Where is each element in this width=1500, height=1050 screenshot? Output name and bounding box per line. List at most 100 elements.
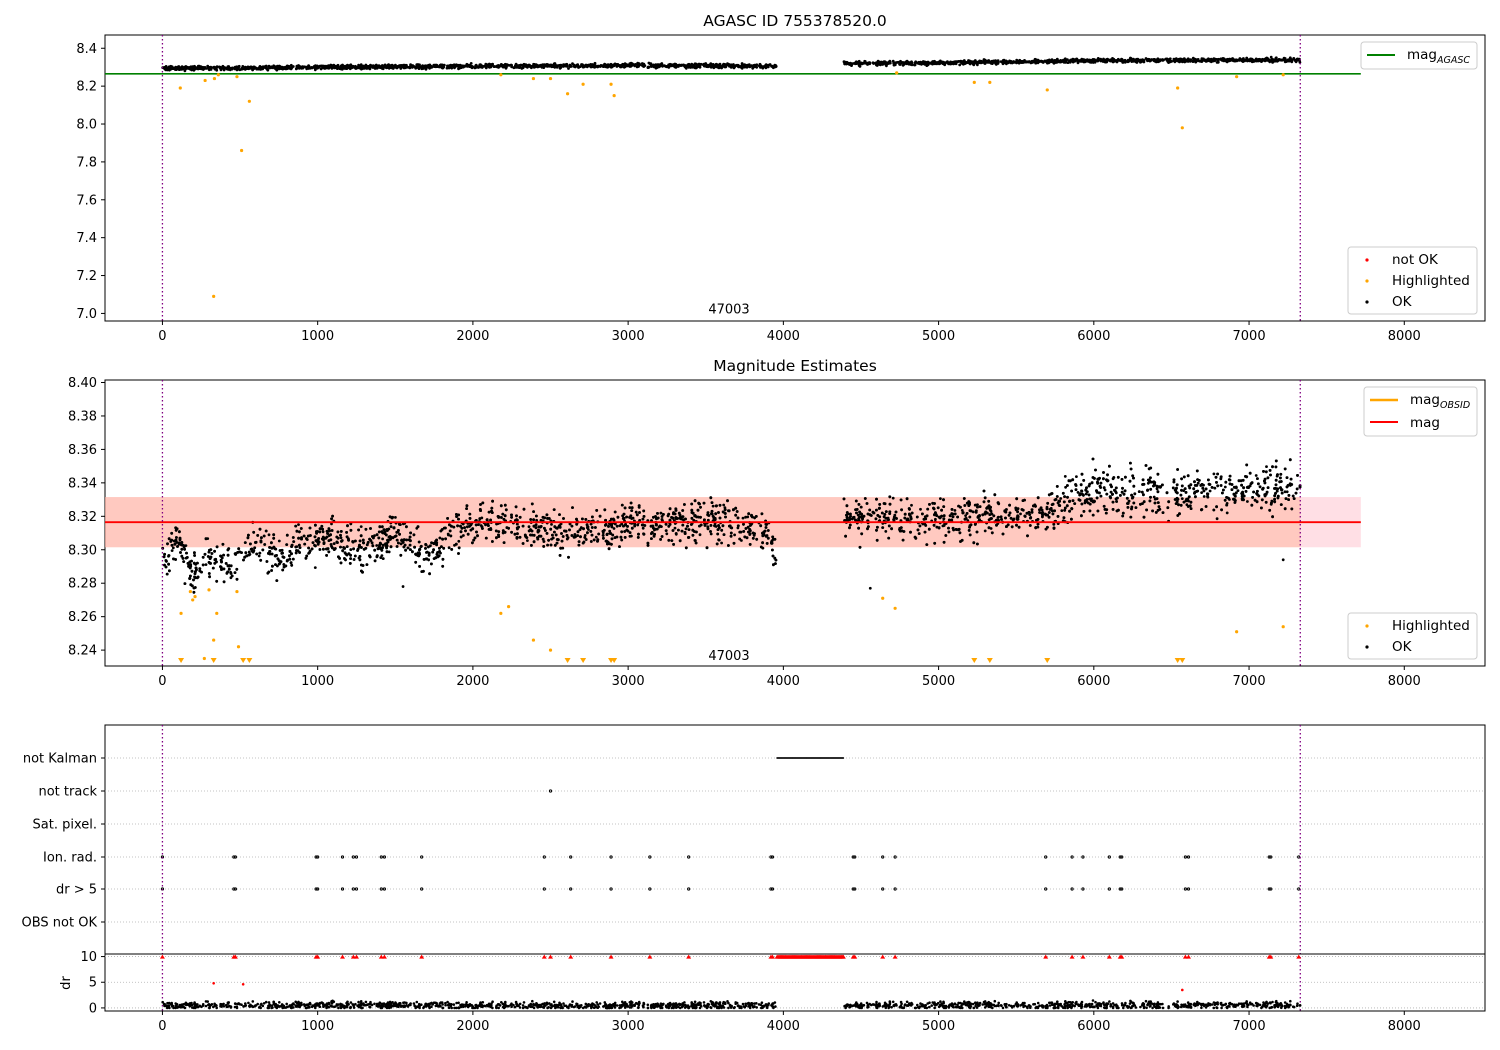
p2-ok-point	[1225, 511, 1229, 515]
p2-ok-point	[185, 556, 189, 559]
p2-ok-point	[335, 535, 339, 539]
p1-ok-point	[295, 66, 299, 69]
p1-ok-point	[164, 67, 168, 71]
p1-ok-point	[451, 63, 455, 67]
p1-ok-point	[919, 60, 922, 64]
p1-ok-point	[903, 61, 907, 65]
legend-highlighted-marker	[1365, 279, 1369, 283]
p2-ok-point	[1279, 503, 1283, 506]
legend-not-ok-marker	[1365, 258, 1369, 262]
p1-ok-point	[246, 65, 250, 69]
p1-ok-point	[404, 66, 407, 70]
p1-ok-point	[733, 65, 736, 69]
p1-ok-point	[167, 67, 170, 70]
p1-ok-point	[1240, 59, 1244, 63]
p2-ok-point	[673, 526, 677, 530]
p1-ok-point	[713, 64, 717, 68]
p1-ok-point	[697, 62, 701, 66]
p1-ok-point	[240, 66, 244, 70]
p2-ok-point	[464, 529, 467, 533]
p1-ok-point	[542, 66, 546, 69]
p1-ok-point	[480, 64, 484, 68]
p2-ok-point	[1269, 473, 1272, 477]
p1-ok-point	[1038, 60, 1041, 63]
p1-ok-point	[432, 63, 436, 67]
p2-ok-point	[910, 503, 913, 507]
p1-ok-point	[252, 65, 256, 69]
p1-ok-point	[1153, 58, 1156, 61]
p1-highlighted-point-13	[609, 82, 613, 86]
p2-ok-point	[1274, 483, 1278, 487]
p1-ok-point	[913, 63, 917, 67]
p2-ok-point	[1224, 480, 1228, 484]
p1-ok-point	[257, 67, 261, 71]
p2-ok-point	[678, 539, 682, 543]
p1-ok-point	[905, 59, 909, 63]
p1-ytick-label-1: 7.2	[76, 269, 97, 284]
p1-ok-point	[1274, 58, 1278, 61]
p2-ok-point	[381, 537, 384, 541]
p2-ok-point	[267, 570, 271, 574]
p1-ok-point	[565, 64, 569, 68]
p2-ok-point	[1144, 464, 1148, 467]
p1-ok-point	[1137, 58, 1141, 62]
legend-mag-agasc-subscript: AGASC	[1436, 55, 1470, 66]
p2-ok-point	[447, 533, 450, 537]
p1-ok-point	[720, 66, 723, 70]
p1-ok-point	[650, 65, 654, 68]
p2-ok-point	[352, 558, 356, 561]
p1-ok-point	[1103, 59, 1107, 62]
p2-ok-point	[711, 504, 715, 508]
p2-ok-point	[900, 508, 903, 512]
p2-ok-point	[300, 536, 303, 539]
p1-ok-point	[1019, 60, 1022, 64]
p2-ok-point	[1140, 490, 1144, 494]
p2-ok-point	[1074, 483, 1077, 486]
legend-highlighted-label: Highlighted	[1392, 273, 1470, 289]
p1-ok-point	[874, 62, 878, 65]
p1-ok-point	[375, 65, 379, 69]
legend-ok-label: OK	[1392, 294, 1413, 310]
p2-ok-point	[560, 539, 564, 543]
p1-ok-point	[285, 64, 289, 68]
p1-ok-point	[774, 65, 778, 68]
p1-ok-point	[1045, 59, 1049, 63]
p2-ok-point	[1095, 496, 1099, 500]
p2-ok-point	[934, 517, 937, 521]
p1-ok-point	[868, 61, 872, 65]
p2-ok-point	[960, 538, 964, 542]
p1-highlighted-point-5	[235, 75, 239, 79]
p1-ok-point	[1114, 59, 1118, 62]
p2-ok-point	[1060, 509, 1064, 512]
p1-ok-point	[399, 67, 403, 70]
p2-ok-point	[1215, 505, 1218, 509]
p1-ok-point	[330, 64, 333, 67]
p1-ok-point	[317, 65, 321, 69]
p1-highlighted-point-17	[988, 80, 992, 84]
p1-ok-point	[561, 65, 565, 68]
p1-ok-point	[1091, 60, 1095, 63]
p1-ok-point	[398, 64, 401, 67]
p1-ok-point	[446, 64, 450, 68]
p1-xtick-label-7000: 7000	[1233, 329, 1266, 344]
p1-ok-point	[526, 65, 529, 69]
p1-ok-point	[1250, 59, 1254, 63]
p2-ok-point	[615, 524, 619, 528]
p2-ok-point	[271, 564, 274, 568]
p2-ok-point	[595, 509, 599, 512]
p1-xtick-label-5000: 5000	[922, 329, 955, 344]
p1-ok-point	[858, 61, 861, 65]
p1-ok-point	[1096, 58, 1099, 62]
p2-ok-point	[1016, 510, 1019, 514]
p1-xtick-label-1000: 1000	[301, 329, 334, 344]
p1-ok-point	[1270, 59, 1273, 63]
p2-ok-point	[210, 552, 214, 555]
p1-ok-point	[266, 68, 270, 72]
p1-ok-point	[411, 66, 414, 69]
p2-ok-point	[903, 512, 907, 516]
p1-ok-point	[888, 59, 892, 63]
p1-ok-point	[1280, 58, 1284, 62]
p2-ok-point	[270, 569, 273, 572]
p1-ok-point	[428, 66, 431, 70]
p1-highlighted-point-4	[216, 73, 220, 77]
